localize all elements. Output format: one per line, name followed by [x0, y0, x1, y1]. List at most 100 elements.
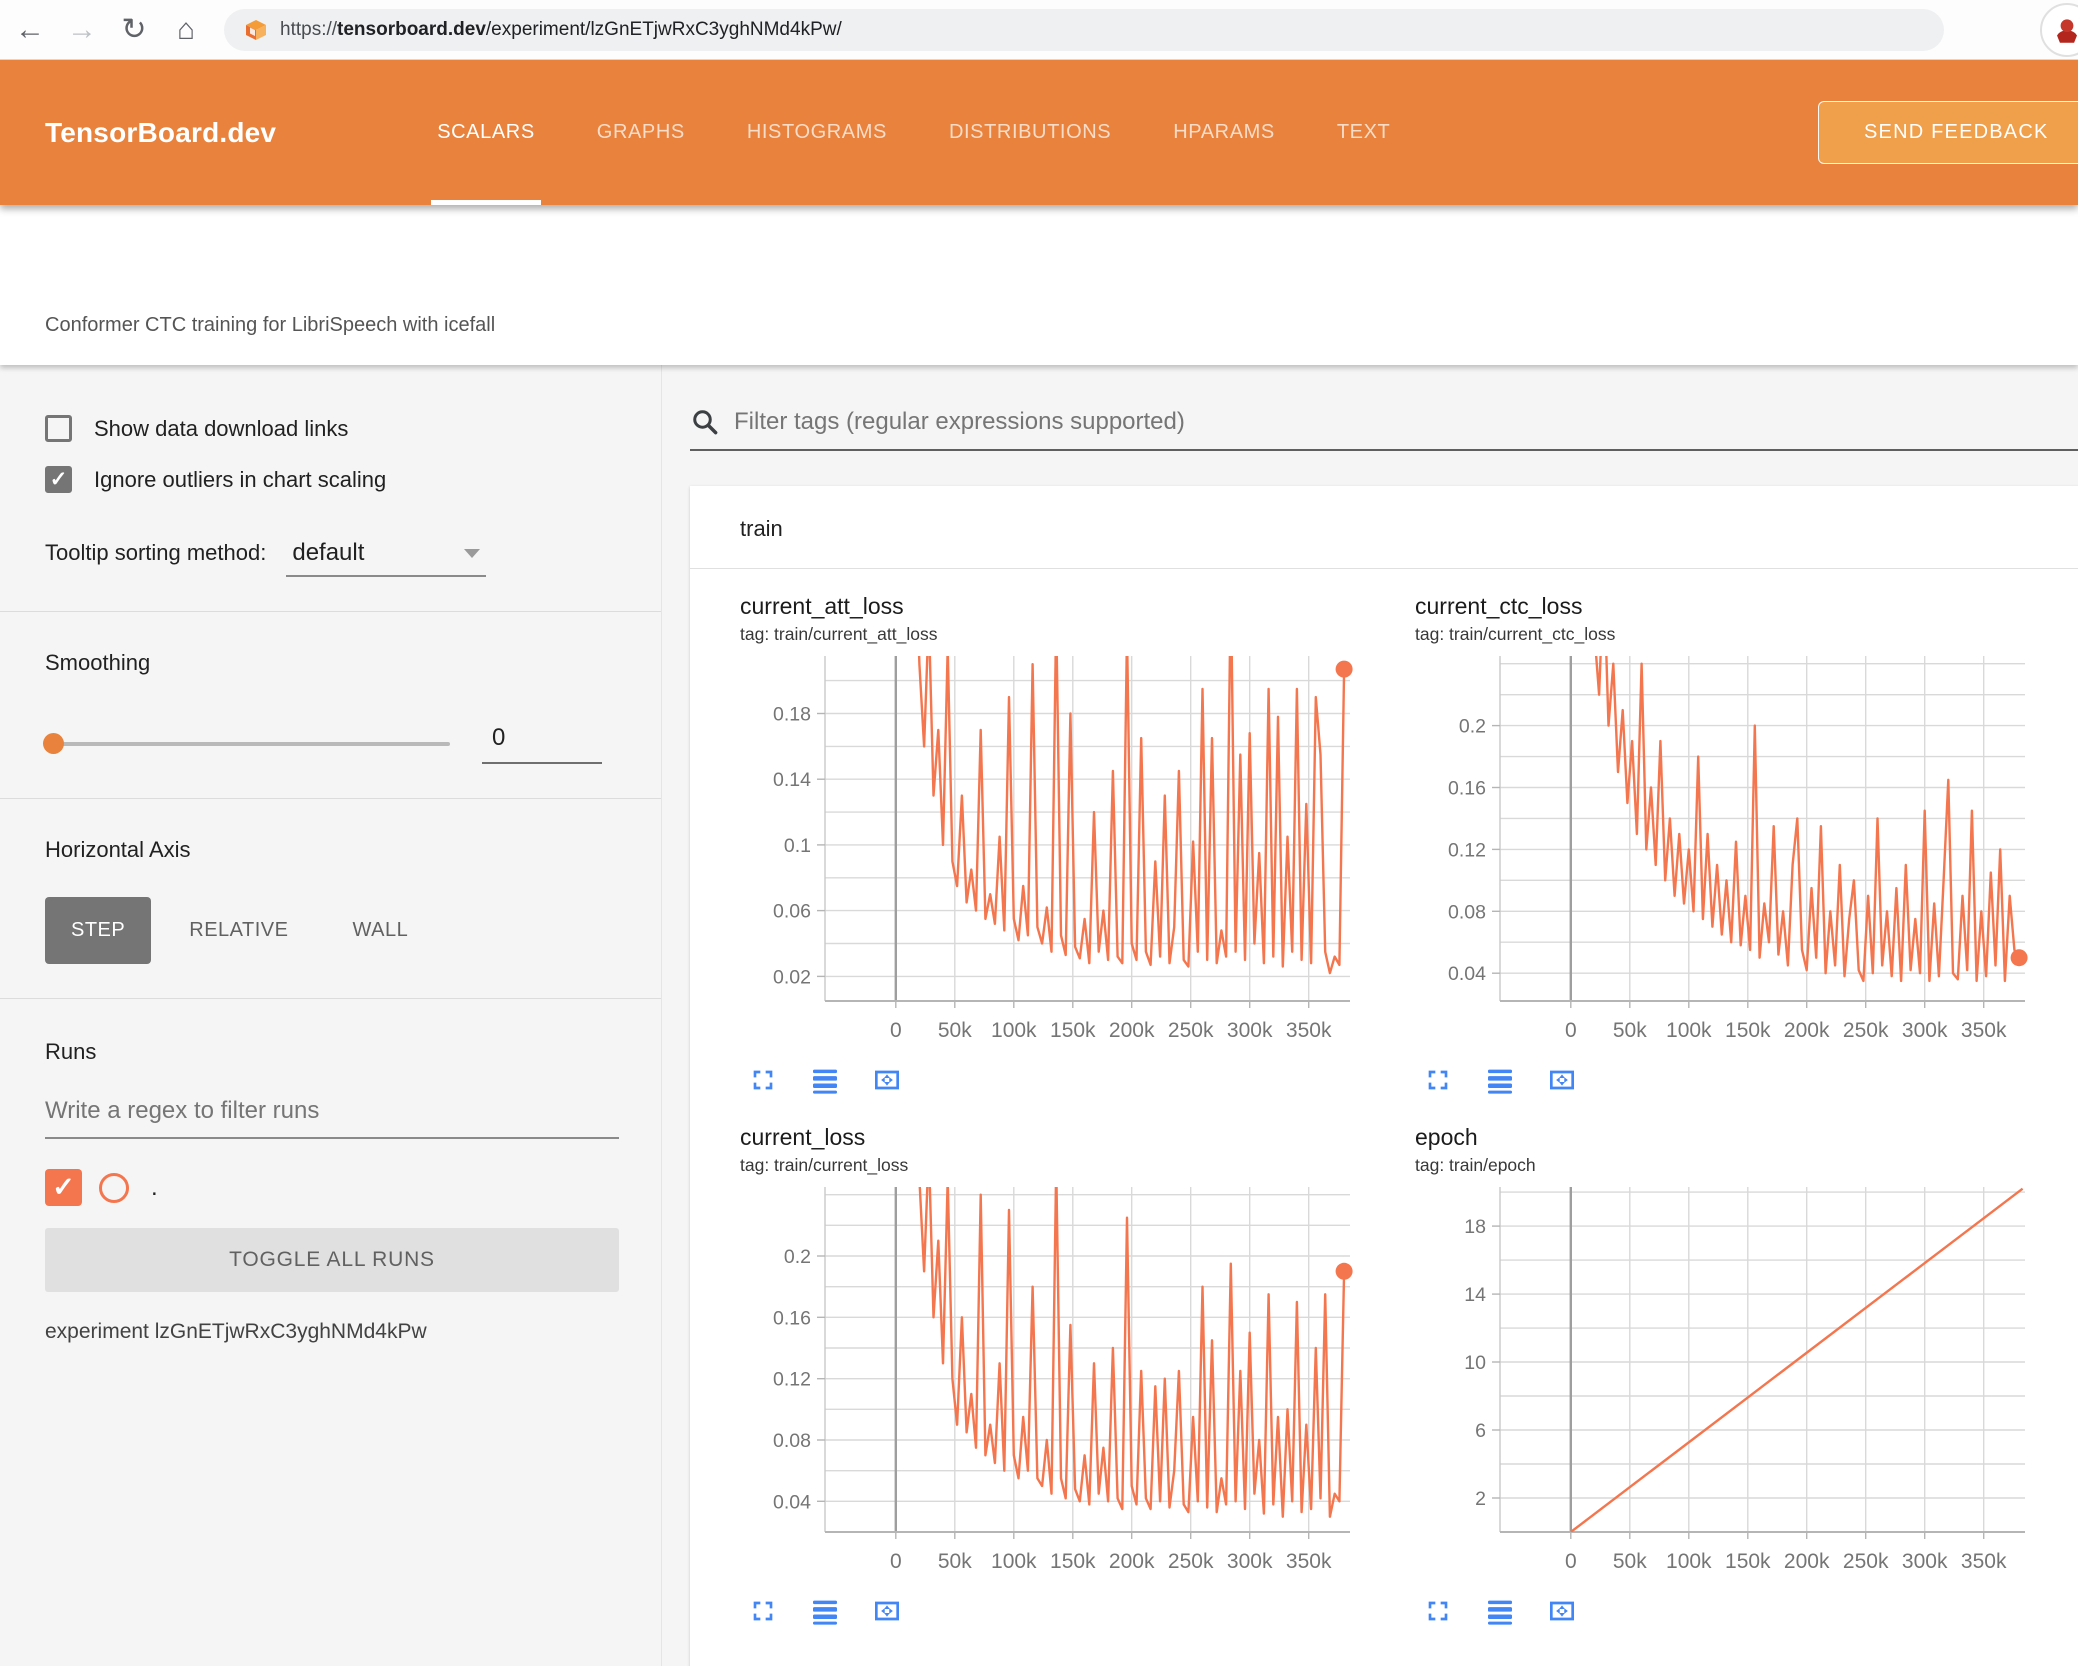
chart-tag: tag: train/epoch — [1415, 1155, 1536, 1175]
experiment-title: Conformer CTC training for LibriSpeech w… — [45, 314, 496, 336]
chart-plot[interactable]: 0 50k 100k 150k 200k 250k 300k 350k 0.04 0.08 0.12… — [740, 1182, 1415, 1587]
svg-text:150k: 150k — [1050, 1550, 1096, 1573]
svg-text:0.16: 0.16 — [1448, 778, 1486, 800]
home-icon[interactable]: ⌂ — [164, 8, 208, 52]
tab-scalars[interactable]: SCALARS — [431, 60, 541, 205]
svg-text:0: 0 — [890, 1019, 902, 1042]
svg-text:6: 6 — [1475, 1420, 1486, 1442]
horizontal-axis-buttons: STEP RELATIVE WALL — [45, 897, 619, 964]
fit-domain-button[interactable] — [1545, 1064, 1579, 1098]
forward-icon[interactable]: → — [60, 8, 104, 52]
axis-scale-toggle-button[interactable] — [808, 1595, 842, 1629]
app-logo[interactable]: TensorBoard.dev — [45, 117, 276, 149]
fullscreen-icon — [753, 1070, 773, 1090]
fullscreen-button[interactable] — [1421, 1595, 1455, 1629]
main-panel: train current_att_loss tag: train/curren… — [690, 365, 2078, 1666]
tab-graphs[interactable]: GRAPHS — [591, 60, 691, 205]
run-color-swatch-icon — [99, 1172, 129, 1203]
svg-text:2: 2 — [1475, 1488, 1486, 1510]
svg-text:14: 14 — [1464, 1284, 1486, 1306]
axis-scale-toggle-button[interactable] — [1483, 1595, 1517, 1629]
chart-card: current_loss tag: train/current_loss 0 50… — [740, 1124, 1415, 1629]
fullscreen-button[interactable] — [746, 1064, 780, 1098]
show-download-links-row: Show data download links — [45, 415, 619, 442]
horizontal-lines-icon — [1488, 1600, 1512, 1625]
tab-text[interactable]: TEXT — [1331, 60, 1397, 205]
svg-text:0.12: 0.12 — [773, 1369, 811, 1391]
tab-histograms[interactable]: HISTOGRAMS — [741, 60, 893, 205]
chart-actions — [740, 1064, 1415, 1098]
chart-actions — [1415, 1064, 2078, 1098]
back-icon[interactable]: ← — [8, 8, 52, 52]
profile-avatar[interactable] — [2040, 3, 2078, 57]
filter-tags-row — [690, 407, 2078, 451]
fullscreen-button[interactable] — [1421, 1064, 1455, 1098]
runs-label: Runs — [45, 1039, 97, 1064]
smoothing-value-input[interactable]: 0 — [482, 724, 602, 764]
tab-distributions[interactable]: DISTRIBUTIONS — [943, 60, 1117, 205]
slider-thumb[interactable] — [43, 733, 64, 754]
runs-filter-input[interactable] — [45, 1093, 619, 1139]
tab-hparams[interactable]: HPARAMS — [1167, 60, 1281, 205]
svg-text:100k: 100k — [991, 1019, 1037, 1042]
chart-plot[interactable]: 0 50k 100k 150k 200k 250k 300k 350k 0.04 0.08 0.12… — [1415, 651, 2078, 1056]
axis-wall-button[interactable]: WALL — [326, 897, 434, 964]
ignore-outliers-row: ✓ Ignore outliers in chart scaling — [45, 466, 619, 493]
chart-plot[interactable]: 0 50k 100k 150k 200k 250k 300k 350k 2 6 10 14 18 — [1415, 1182, 2078, 1587]
selected-value: default — [292, 539, 365, 566]
axis-step-button[interactable]: STEP — [45, 897, 152, 964]
fullscreen-button[interactable] — [746, 1595, 780, 1629]
tooltip-sorting-select[interactable]: default — [286, 537, 487, 577]
scalar-line-chart[interactable]: 0 50k 100k 150k 200k 250k 300k 350k 0.02 0.06 0.1 0… — [740, 651, 1360, 1051]
filter-tags-input[interactable] — [734, 408, 2078, 436]
fit-domain-icon — [1550, 1070, 1574, 1090]
horizontal-lines-icon — [813, 1600, 837, 1625]
address-bar[interactable]: https://tensorboard.dev/experiment/lzGnE… — [224, 8, 1944, 51]
send-feedback-button[interactable]: SEND FEEDBACK — [1818, 101, 2078, 164]
toggle-all-runs-button[interactable]: TOGGLE ALL RUNS — [45, 1228, 619, 1292]
svg-text:200k: 200k — [1784, 1550, 1830, 1573]
svg-text:0.2: 0.2 — [1459, 716, 1486, 738]
dropdown-arrow-icon — [464, 548, 481, 558]
svg-text:50k: 50k — [938, 1550, 972, 1573]
fit-domain-icon — [875, 1601, 899, 1621]
svg-text:0.04: 0.04 — [773, 1491, 811, 1513]
smoothing-slider[interactable] — [43, 733, 450, 754]
scalar-line-chart[interactable]: 0 50k 100k 150k 200k 250k 300k 350k 2 6 10 14 18 — [1415, 1182, 2035, 1582]
chart-card: epoch tag: train/epoch 0 50k 100k 150k 200k 2… — [1415, 1124, 2078, 1629]
fit-domain-icon — [875, 1070, 899, 1090]
tooltip-sorting-row: Tooltip sorting method: default — [45, 537, 619, 577]
fit-domain-button[interactable] — [1545, 1595, 1579, 1629]
tag-group-card: train current_att_loss tag: train/curren… — [690, 486, 2078, 1666]
tag-group-title[interactable]: train — [690, 486, 2078, 569]
svg-text:0.1: 0.1 — [784, 835, 811, 857]
fit-domain-button[interactable] — [870, 1595, 904, 1629]
svg-text:300k: 300k — [1902, 1550, 1948, 1573]
scalar-line-chart[interactable]: 0 50k 100k 150k 200k 250k 300k 350k 0.04 0.08 0.12… — [1415, 651, 2035, 1051]
svg-text:150k: 150k — [1725, 1550, 1771, 1573]
axis-scale-toggle-button[interactable] — [1483, 1064, 1517, 1098]
fit-domain-icon — [1550, 1601, 1574, 1621]
reload-icon[interactable]: ↻ — [112, 8, 156, 52]
svg-text:0.04: 0.04 — [1448, 963, 1486, 985]
svg-text:150k: 150k — [1725, 1019, 1771, 1042]
settings-sidebar: Show data download links ✓ Ignore outlie… — [0, 365, 662, 1666]
ignore-outliers-checkbox[interactable]: ✓ — [45, 466, 72, 493]
svg-text:350k: 350k — [1286, 1550, 1332, 1573]
show-download-links-checkbox[interactable] — [45, 415, 72, 442]
fullscreen-icon — [1428, 1070, 1448, 1090]
svg-text:100k: 100k — [991, 1550, 1037, 1573]
axis-scale-toggle-button[interactable] — [808, 1064, 842, 1098]
run-checkbox[interactable]: ✓ — [45, 1169, 82, 1206]
svg-text:100k: 100k — [1666, 1019, 1712, 1042]
axis-relative-button[interactable]: RELATIVE — [163, 897, 314, 964]
nav-tabs: SCALARS GRAPHS HISTOGRAMS DISTRIBUTIONS … — [431, 60, 1396, 205]
chart-tag: tag: train/current_loss — [740, 1155, 909, 1175]
chart-plot[interactable]: 0 50k 100k 150k 200k 250k 300k 350k 0.02 0.06 0.1 0… — [740, 651, 1415, 1056]
fit-domain-button[interactable] — [870, 1064, 904, 1098]
checkbox-label: Show data download links — [94, 415, 349, 441]
scalar-line-chart[interactable]: 0 50k 100k 150k 200k 250k 300k 350k 0.04 0.08 0.12… — [740, 1182, 1360, 1582]
horizontal-lines-icon — [1488, 1069, 1512, 1094]
chart-title: epoch — [1415, 1124, 1478, 1150]
svg-text:250k: 250k — [1168, 1550, 1214, 1573]
